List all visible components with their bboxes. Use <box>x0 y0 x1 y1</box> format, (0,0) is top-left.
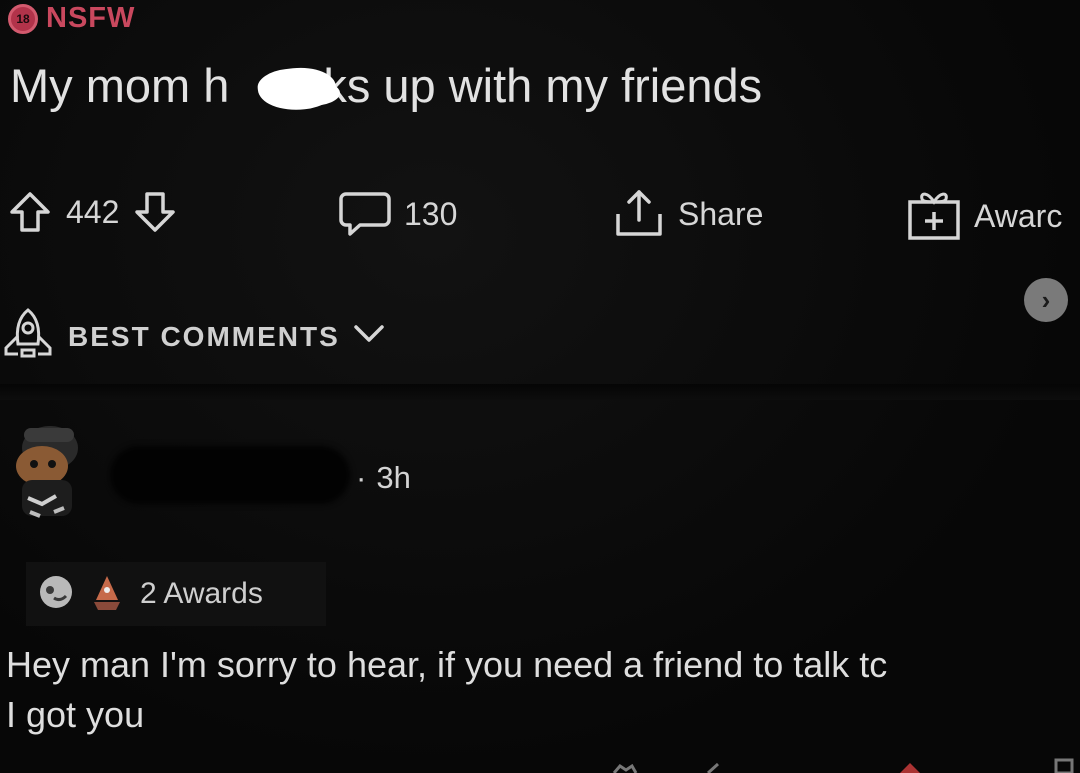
avatar[interactable] <box>8 418 86 526</box>
post-title: My mom h ks up with my friends <box>10 59 763 112</box>
username-redacted <box>110 446 350 504</box>
comment-meta: · 3h <box>356 460 411 496</box>
award-gift-icon <box>906 190 962 242</box>
comment-awards[interactable]: 2 Awards <box>26 562 326 626</box>
rocket-icon <box>0 306 56 367</box>
comment-bubble-icon <box>338 190 392 238</box>
comment-body-line-1: Hey man I'm sorry to hear, if you need a… <box>6 644 888 685</box>
comment-body: Hey man I'm sorry to hear, if you need a… <box>6 640 1080 740</box>
comment-count: 130 <box>404 195 458 232</box>
downvote-icon[interactable] <box>133 190 177 234</box>
share-label: Share <box>678 195 764 232</box>
next-chevron-icon[interactable]: › <box>1024 278 1068 322</box>
award-badge-icon <box>34 572 78 617</box>
comment-sort-selector[interactable]: BEST COMMENTS <box>0 306 386 367</box>
comment-time: 3h <box>376 460 411 495</box>
award-label: Awarc <box>974 197 1063 234</box>
upvote-icon[interactable] <box>8 190 52 234</box>
nsfw-18-icon: 18 <box>8 3 38 34</box>
post-action-bar: 442 130 Share Awarc <box>0 182 1080 246</box>
vote-controls: 442 <box>8 190 177 234</box>
chevron-down-icon <box>352 323 386 350</box>
sort-label: BEST COMMENTS <box>68 320 340 352</box>
meta-dot: · <box>356 460 367 495</box>
share-icon <box>612 188 666 240</box>
section-divider <box>0 384 1080 400</box>
upvote-count: 442 <box>66 193 120 230</box>
reddit-post-screen: 18 NSFW My mom h ks up with my friends 4… <box>0 0 1080 773</box>
comment-body-line-2: I got you <box>6 694 145 735</box>
award-ship-icon <box>88 572 126 617</box>
nsfw-tag: 18 NSFW <box>8 2 135 35</box>
censor-scribble-fill <box>280 80 340 106</box>
awards-count-label: 2 Awards <box>140 577 263 610</box>
share-button[interactable]: Share <box>612 188 763 240</box>
comment-toolbar-partial <box>612 758 1074 773</box>
nsfw-label: NSFW <box>46 2 136 34</box>
award-button[interactable]: Awarc <box>906 190 1062 242</box>
comments-button[interactable]: 130 <box>338 190 457 238</box>
